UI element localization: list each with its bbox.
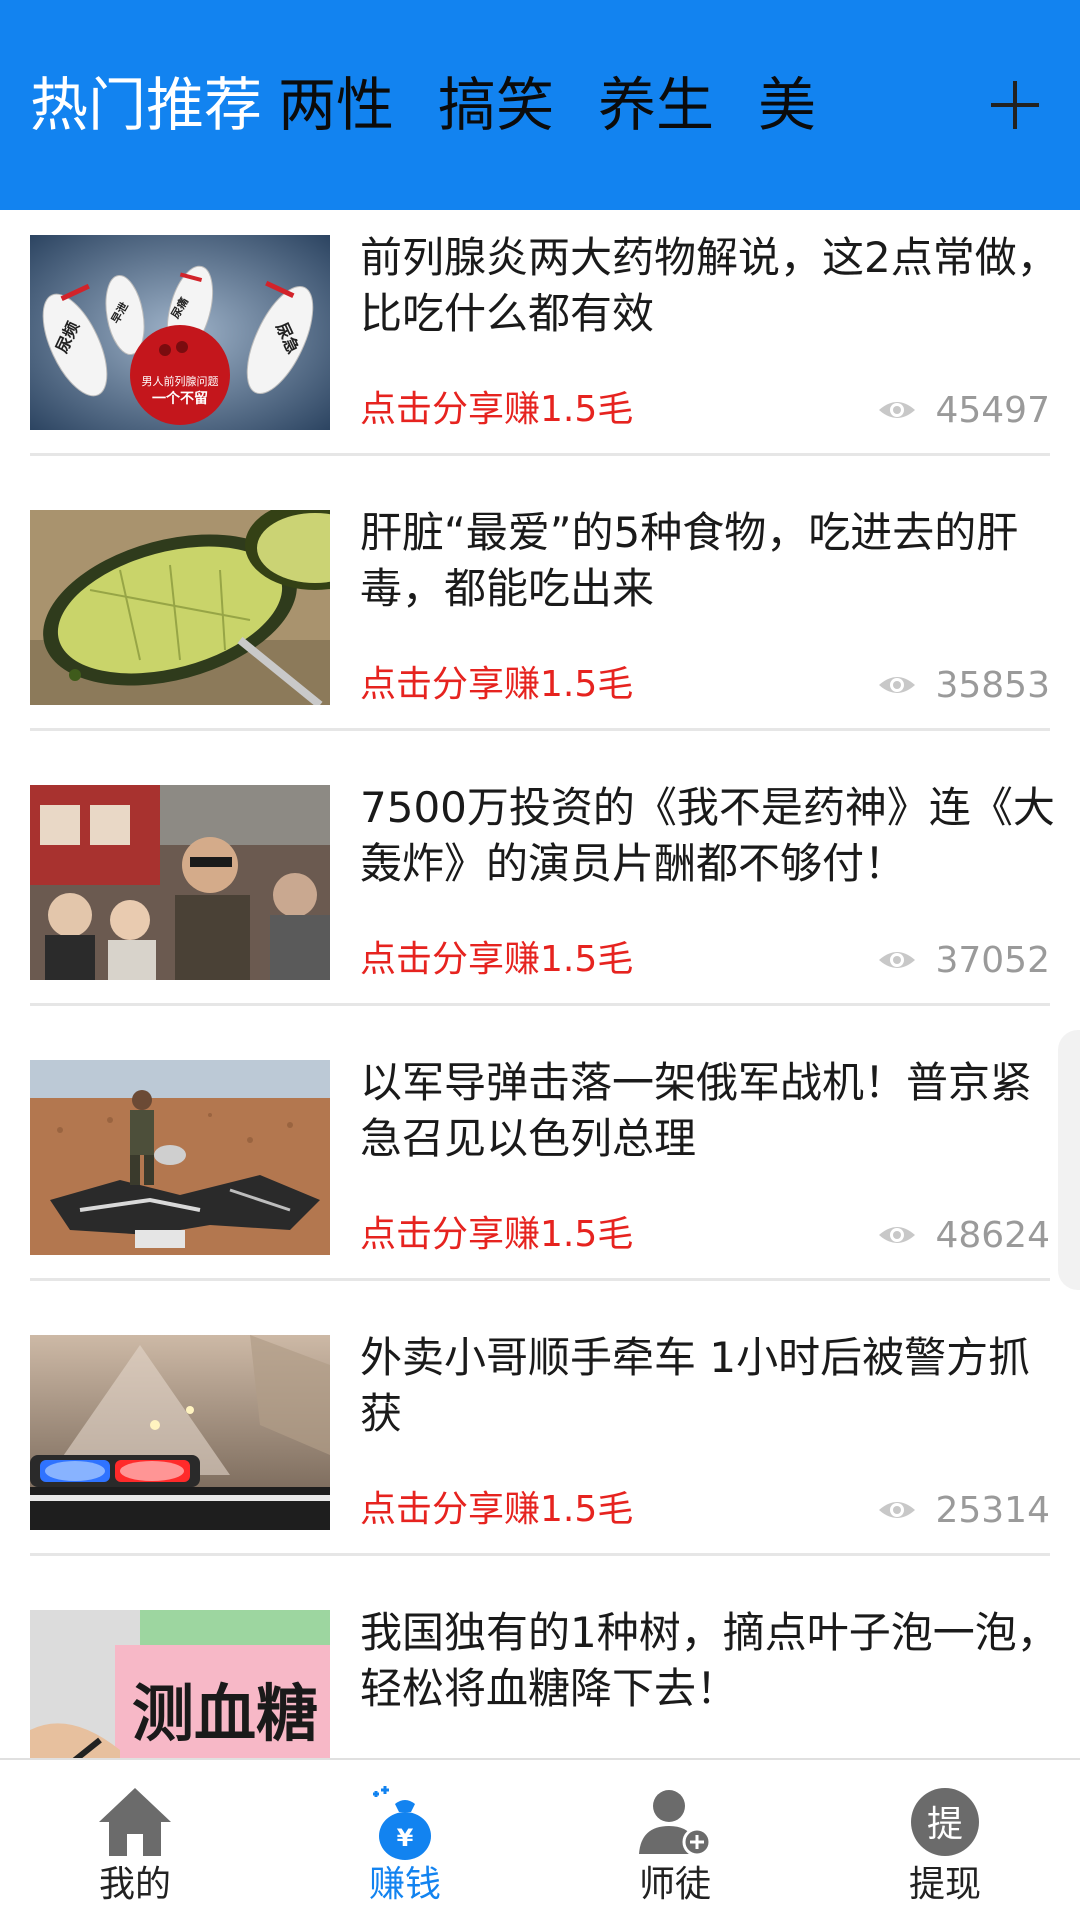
view-count-value: 48624: [935, 1214, 1050, 1256]
news-title[interactable]: 前列腺炎两大药物解说，这2点常做，比吃什么都有效: [360, 230, 1060, 342]
share-earn-link[interactable]: 点击分享赚1.5毛: [360, 1210, 633, 1260]
news-title[interactable]: 外卖小哥顺手牵车 1小时后被警方抓获: [360, 1330, 1060, 1442]
plus-icon: [991, 81, 1039, 129]
eye-icon: [879, 952, 916, 968]
view-count: 25314: [877, 1485, 1050, 1535]
side-drawer-handle[interactable]: [1058, 1030, 1080, 1290]
nav-withdraw[interactable]: 提 提现: [810, 1760, 1080, 1920]
ball-text: 男人前列腺问题: [142, 374, 219, 388]
divider: [30, 1003, 1050, 1006]
eye-icon: [879, 1227, 916, 1243]
nav-label: 赚钱: [368, 1864, 441, 1905]
tab-beauty[interactable]: 美: [758, 60, 816, 150]
nav-label: 我的: [98, 1864, 171, 1905]
user-add-icon: [639, 1790, 712, 1857]
view-count-value: 25314: [935, 1489, 1050, 1531]
view-count: 45497: [877, 385, 1050, 435]
view-count: 35853: [877, 660, 1050, 710]
home-icon: [99, 1788, 171, 1856]
top-header: 热门推荐 两性 搞笑 养生 美: [0, 0, 1080, 210]
news-thumbnail: 尿频 尿急 尿痛 早泄 男人前列腺问题 一个不留: [30, 235, 330, 430]
news-feed[interactable]: 尿频 尿急 尿痛 早泄 男人前列腺问题 一个不留 前列腺炎两大药物解说，这2点常…: [0, 210, 1080, 1758]
nav-earn[interactable]: ¥ 赚钱: [270, 1760, 540, 1920]
news-thumbnail: 测血糖: [30, 1610, 330, 1758]
news-title[interactable]: 肝脏“最爱”的5种食物，吃进去的肝毒，都能吃出来: [360, 505, 1060, 617]
svg-text:提: 提: [927, 1804, 963, 1845]
view-count-value: 35853: [935, 664, 1050, 706]
thumbnail-text: 测血糖: [132, 1677, 318, 1750]
news-thumbnail: [30, 1335, 330, 1530]
view-count-value: 45497: [935, 389, 1050, 431]
ball-text: 一个不留: [152, 390, 208, 407]
news-title[interactable]: 以军导弹击落一架俄军战机！普京紧急召见以色列总理: [360, 1055, 1060, 1167]
divider: [30, 453, 1050, 456]
nav-label: 提现: [908, 1864, 981, 1905]
divider: [30, 1278, 1050, 1281]
news-thumbnail: [30, 1060, 330, 1255]
news-item[interactable]: 以军导弹击落一架俄军战机！普京紧急召见以色列总理 点击分享赚1.5毛 48624: [0, 1035, 1080, 1310]
share-earn-link[interactable]: 点击分享赚1.5毛: [360, 935, 633, 985]
divider: [30, 728, 1050, 731]
news-item[interactable]: 测血糖 我国独有的1种树，摘点叶子泡一泡，轻松将血糖降下去！: [0, 1585, 1080, 1758]
money-bag-icon: ¥: [373, 1786, 431, 1860]
eye-icon: [879, 1502, 916, 1518]
eye-icon: [879, 677, 916, 693]
share-earn-link[interactable]: 点击分享赚1.5毛: [360, 660, 633, 710]
news-title[interactable]: 我国独有的1种树，摘点叶子泡一泡，轻松将血糖降下去！: [360, 1605, 1060, 1717]
view-count: 48624: [877, 1210, 1050, 1260]
eye-icon: [879, 402, 916, 418]
tab-hot-recommend[interactable]: 热门推荐: [30, 60, 262, 150]
tab-health[interactable]: 养生: [598, 60, 714, 150]
tab-gender[interactable]: 两性: [278, 60, 394, 150]
tab-funny[interactable]: 搞笑: [438, 60, 554, 150]
share-earn-link[interactable]: 点击分享赚1.5毛: [360, 385, 633, 435]
news-thumbnail: [30, 510, 330, 705]
news-item[interactable]: 肝脏“最爱”的5种食物，吃进去的肝毒，都能吃出来 点击分享赚1.5毛 35853: [0, 485, 1080, 760]
news-item[interactable]: 7500万投资的《我不是药神》连《大轰炸》的演员片酬都不够付！ 点击分享赚1.5…: [0, 760, 1080, 1035]
view-count-value: 37052: [935, 939, 1050, 981]
nav-label: 师徒: [638, 1864, 711, 1905]
add-category-button[interactable]: [985, 75, 1045, 135]
share-earn-link[interactable]: 点击分享赚1.5毛: [360, 1485, 633, 1535]
news-thumbnail: [30, 785, 330, 980]
svg-text:¥: ¥: [397, 1824, 414, 1852]
view-count: 37052: [877, 935, 1050, 985]
divider: [30, 1553, 1050, 1556]
news-item[interactable]: 外卖小哥顺手牵车 1小时后被警方抓获 点击分享赚1.5毛 25314: [0, 1310, 1080, 1585]
news-title[interactable]: 7500万投资的《我不是药神》连《大轰炸》的演员片酬都不够付！: [360, 780, 1060, 892]
category-tabs: 热门推荐 两性 搞笑 养生 美: [0, 60, 960, 150]
nav-mine[interactable]: 我的: [0, 1760, 270, 1920]
bottom-navigation: 我的 ¥ 赚钱 师徒 提 提现: [0, 1758, 1080, 1920]
news-item[interactable]: 尿频 尿急 尿痛 早泄 男人前列腺问题 一个不留 前列腺炎两大药物解说，这2点常…: [0, 210, 1080, 485]
nav-mentor[interactable]: 师徒: [540, 1760, 810, 1920]
withdraw-icon: 提: [911, 1788, 979, 1856]
